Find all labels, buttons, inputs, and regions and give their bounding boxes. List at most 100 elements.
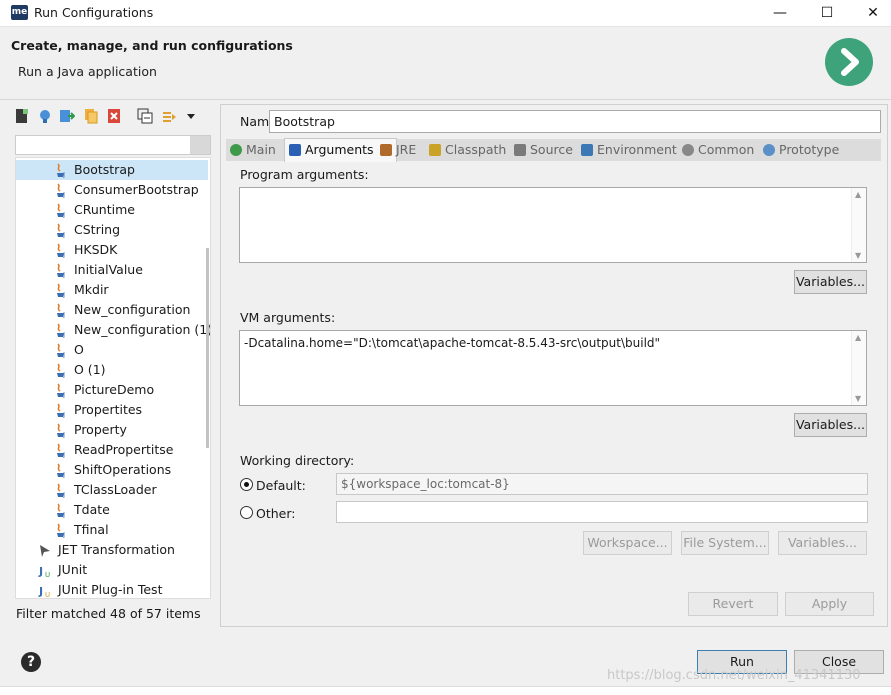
help-icon[interactable]: ? [21, 652, 41, 672]
svg-text:J: J [38, 565, 43, 578]
tab-label: Prototype [779, 142, 840, 157]
maximize-button[interactable]: ☐ [804, 0, 850, 27]
tree-item[interactable]: J TClassLoader [16, 480, 208, 500]
tree-item-label: JUnit [58, 562, 88, 577]
prototype-tab-icon [763, 144, 775, 156]
program-args-scrollbar[interactable]: ▲ ▼ [851, 188, 866, 262]
tree-item[interactable]: J Property [16, 420, 208, 440]
tree-item[interactable]: J Propertites [16, 400, 208, 420]
tab-label: Classpath [445, 142, 507, 157]
clear-filter-button[interactable] [190, 136, 210, 154]
tree-item[interactable]: J CRuntime [16, 200, 208, 220]
tree-item[interactable]: J Mkdir [16, 280, 208, 300]
tree-item-label: ReadPropertitse [74, 442, 174, 457]
java-app-icon: J [57, 263, 65, 278]
tree-item-label: Mkdir [74, 282, 109, 297]
vm-args-label: VM arguments: [240, 310, 336, 325]
tree-item[interactable]: J ShiftOperations [16, 460, 208, 480]
vm-args-variables-button[interactable]: Variables... [794, 413, 867, 437]
tree-item[interactable]: J Bootstrap [16, 160, 208, 180]
tree-item[interactable]: J O (1) [16, 360, 208, 380]
svg-text:J: J [62, 451, 65, 458]
tree-item-label: CString [74, 222, 121, 237]
tab-prototype[interactable]: Prototype [759, 139, 863, 161]
tree-item-label: Bootstrap [74, 162, 135, 177]
name-field[interactable]: Bootstrap [269, 110, 881, 133]
minimize-button[interactable]: — [757, 0, 803, 27]
svg-text:J: J [62, 271, 65, 278]
svg-text:U: U [45, 571, 50, 578]
tree-item[interactable]: J PictureDemo [16, 380, 208, 400]
new-prototype-icon[interactable] [37, 108, 53, 124]
tab-label: Arguments [305, 142, 374, 157]
java-app-icon: J [57, 403, 65, 418]
tree-item[interactable]: J New_configuration [16, 300, 208, 320]
junit-plugin-icon: JU [38, 585, 50, 598]
tab-label: JRE [396, 142, 417, 157]
junit-icon: JU [38, 565, 50, 578]
new-config-icon[interactable] [14, 108, 30, 124]
tree-item-label: O [74, 342, 84, 357]
tree-item[interactable]: J U JUnit Plug-in Test [16, 580, 208, 598]
java-app-icon: J [57, 503, 65, 518]
export-icon[interactable] [59, 108, 75, 124]
java-app-icon: J [57, 203, 65, 218]
source-tab-icon [514, 144, 526, 156]
dropdown-arrow-icon[interactable] [183, 108, 199, 124]
collapse-all-icon[interactable] [137, 108, 153, 124]
bottom-strip [0, 686, 891, 695]
tree-item[interactable]: J U JUnit [16, 560, 208, 580]
tree-item[interactable]: J HKSDK [16, 240, 208, 260]
tree-item[interactable]: JET Transformation [16, 540, 208, 560]
program-args-textarea[interactable] [239, 187, 867, 263]
workspace-button[interactable]: Workspace... [583, 531, 672, 555]
other-radio[interactable] [240, 506, 253, 519]
tree-item[interactable]: J InitialValue [16, 260, 208, 280]
tree-item-label: JET Transformation [58, 542, 175, 557]
tree-item[interactable]: J Tfinal [16, 520, 208, 540]
svg-text:J: J [62, 211, 65, 218]
apply-button[interactable]: Apply [785, 592, 874, 616]
variables-button-disabled[interactable]: Variables... [778, 531, 867, 555]
program-args-variables-button[interactable]: Variables... [794, 270, 867, 294]
svg-text:J: J [62, 291, 65, 298]
svg-text:J: J [38, 585, 43, 598]
duplicate-icon[interactable] [83, 108, 99, 124]
tree-item-label: JUnit Plug-in Test [58, 582, 163, 597]
java-app-icon: J [57, 283, 65, 298]
tree-item[interactable]: J CString [16, 220, 208, 240]
tree-item[interactable]: J ConsumerBootstrap [16, 180, 208, 200]
filter-input[interactable] [15, 135, 211, 155]
revert-button[interactable]: Revert [688, 592, 778, 616]
tree-item[interactable]: J Tdate [16, 500, 208, 520]
java-app-icon: J [57, 463, 65, 478]
config-tree[interactable]: J Bootstrap J ConsumerBootstrap J CRuntime J CS… [15, 157, 211, 599]
tree-item-label: ConsumerBootstrap [74, 182, 199, 197]
tree-scrollbar[interactable] [206, 248, 209, 448]
delete-icon[interactable] [106, 108, 122, 124]
vm-args-textarea[interactable]: -Dcatalina.home="D:\tomcat\apache-tomcat… [239, 330, 867, 406]
tree-item[interactable]: JO [16, 340, 208, 360]
tree-item-label: New_configuration (1) [74, 322, 211, 337]
environment-tab-icon [581, 144, 593, 156]
tree-item-label: Property [74, 422, 127, 437]
tree-item-label: HKSDK [74, 242, 118, 257]
java-app-icon: J [57, 323, 65, 338]
tree-item-label: PictureDemo [74, 382, 155, 397]
java-app-icon: J [57, 183, 65, 198]
jre-tab-icon [380, 144, 392, 156]
java-app-icon: J [57, 363, 65, 378]
tree-item[interactable]: J New_configuration (1) [16, 320, 211, 340]
vm-args-scrollbar[interactable]: ▲ ▼ [851, 331, 866, 405]
tree-item-label: O (1) [74, 362, 106, 377]
filter-icon[interactable] [161, 108, 177, 124]
java-app-icon: J [57, 223, 65, 238]
default-radio[interactable] [240, 478, 253, 491]
tree-item[interactable]: J ReadPropertitse [16, 440, 208, 460]
java-app-icon: J [57, 423, 65, 438]
file-system-button[interactable]: File System... [681, 531, 769, 555]
close-window-button[interactable]: ✕ [850, 0, 891, 27]
other-dir-field[interactable] [336, 501, 868, 523]
run-arrow-icon [825, 38, 873, 86]
svg-text:U: U [45, 591, 50, 598]
